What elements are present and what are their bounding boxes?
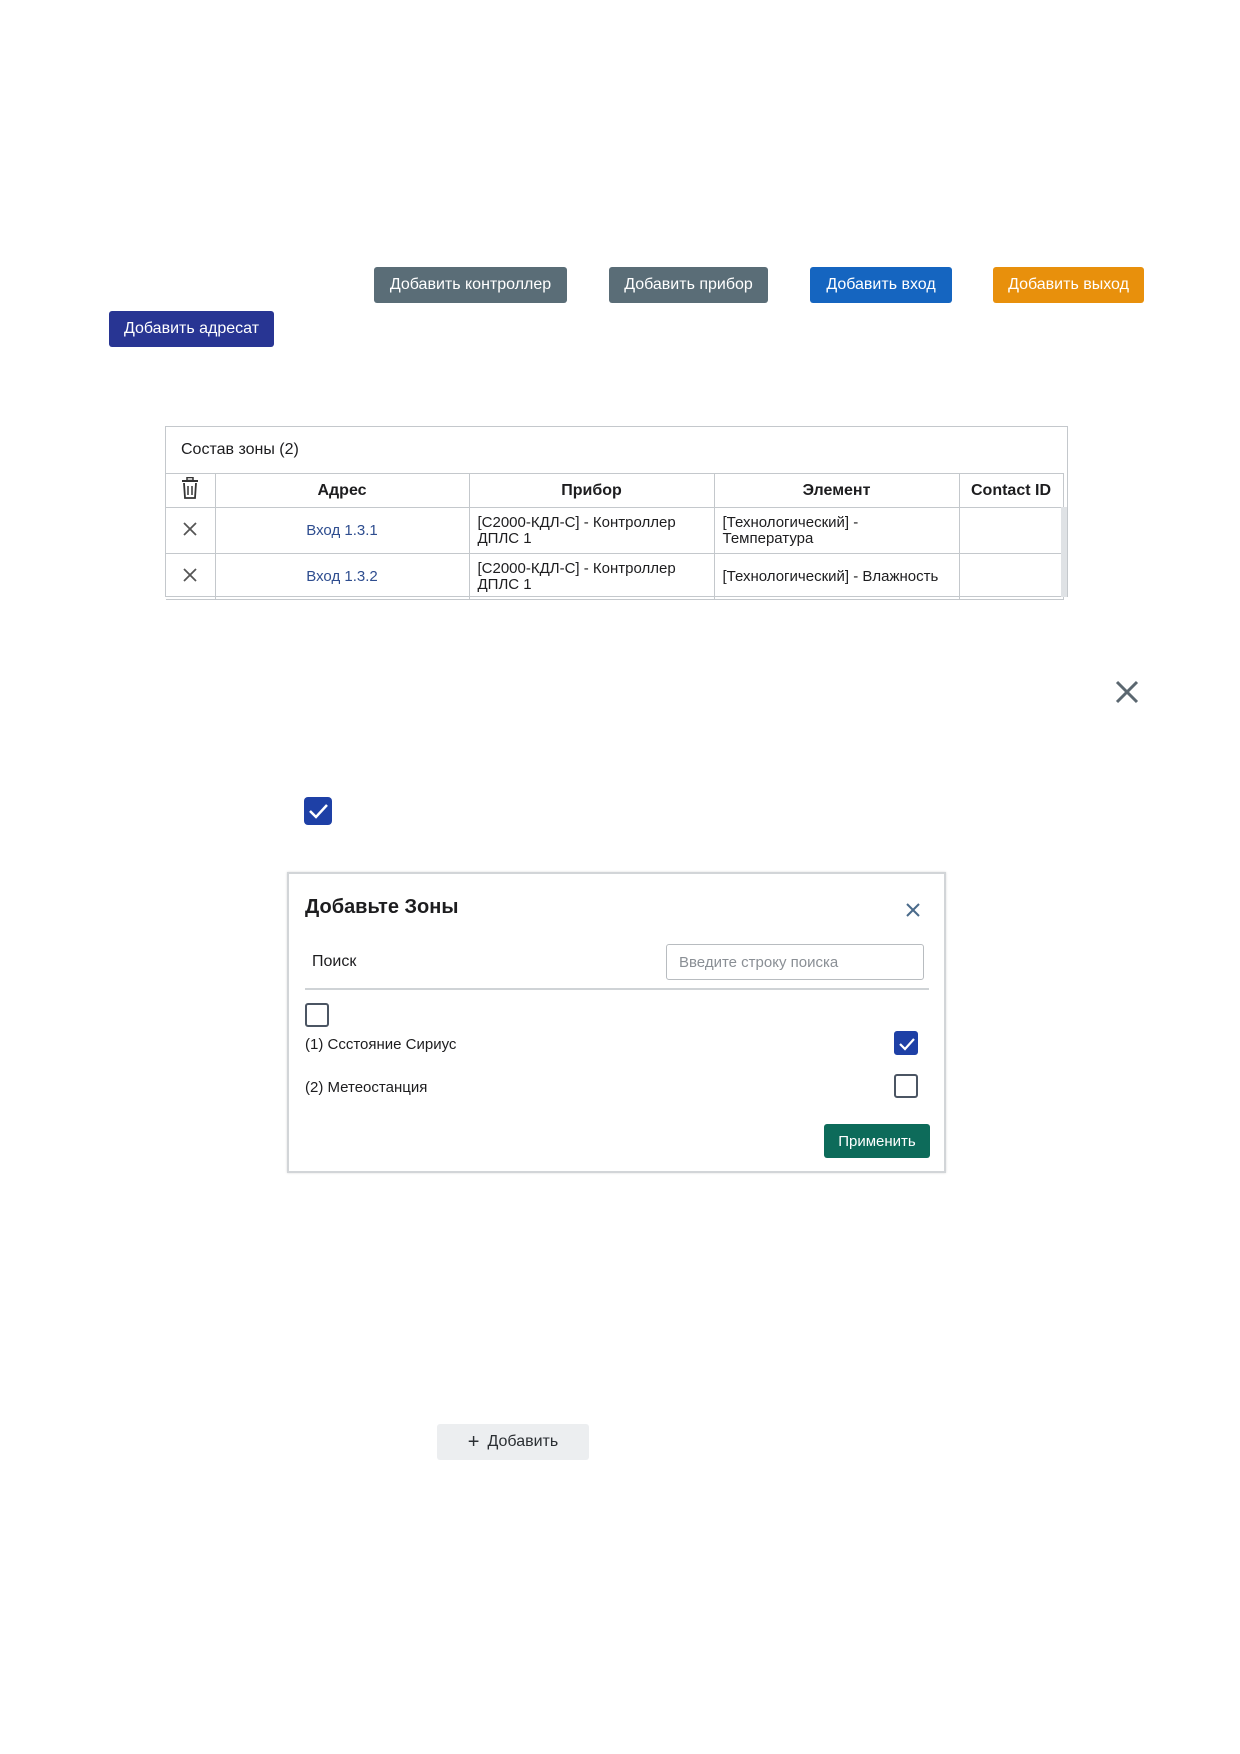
column-header-address[interactable]: Адрес: [214, 473, 470, 508]
trash-icon[interactable]: [180, 476, 200, 499]
search-label: Поиск: [312, 953, 357, 970]
close-icon[interactable]: [903, 900, 923, 920]
column-header-element[interactable]: Элемент: [713, 473, 960, 508]
zone-item-label: (2) Метеостанция: [305, 1079, 428, 1096]
contact-id-cell: [958, 553, 1064, 600]
device-cell: [С2000-КДЛ-С] - Контроллер ДПЛС 1: [468, 553, 715, 600]
element-cell: [Технологический] - Температура: [713, 507, 960, 554]
close-icon[interactable]: [1113, 678, 1141, 706]
check-icon: [899, 1038, 915, 1051]
table-row: Вход 1.3.1 [С2000-КДЛ-С] - Контроллер ДП…: [166, 507, 1064, 554]
enabled-checkbox[interactable]: [304, 797, 332, 825]
check-icon: [309, 804, 328, 819]
close-icon[interactable]: [182, 521, 198, 537]
add-input-button[interactable]: Добавить вход: [810, 267, 952, 303]
zone-composition-panel: Состав зоны (2) Адрес Прибор Элемент Con…: [165, 426, 1068, 600]
add-addressee-button[interactable]: Добавить адресат: [109, 311, 274, 347]
zone-checkbox-2[interactable]: [894, 1074, 918, 1098]
element-cell: [Технологический] - Влажность: [713, 553, 960, 600]
add-zones-dialog: Добавьте Зоны Поиск (1) Сcстояние Сириус…: [287, 872, 946, 1173]
add-device-button[interactable]: Добавить прибор: [609, 267, 768, 303]
table-header-row: Адрес Прибор Элемент Contact ID: [166, 473, 1064, 508]
zone-checkbox-1[interactable]: [894, 1031, 918, 1055]
remove-row-cell[interactable]: [166, 553, 216, 600]
add-button-label: Добавить: [487, 1433, 559, 1450]
address-link[interactable]: Вход 1.3.2: [214, 553, 470, 600]
column-header-contact-id[interactable]: Contact ID: [958, 473, 1064, 508]
select-all-checkbox[interactable]: [305, 1003, 329, 1027]
zone-table: Адрес Прибор Элемент Contact ID Вход 1.3…: [166, 473, 1064, 600]
add-button[interactable]: + Добавить: [437, 1424, 589, 1460]
delete-all-cell[interactable]: [166, 473, 216, 508]
close-icon[interactable]: [182, 567, 198, 583]
divider: [305, 988, 929, 990]
address-link[interactable]: Вход 1.3.1: [214, 507, 470, 554]
column-header-device[interactable]: Прибор: [468, 473, 715, 508]
remove-row-cell[interactable]: [166, 507, 216, 554]
panel-title: Состав зоны (2): [181, 441, 299, 458]
dialog-title: Добавьте Зоны: [305, 896, 459, 918]
plus-icon: +: [467, 1431, 480, 1453]
search-input[interactable]: [666, 944, 924, 980]
contact-id-cell: [958, 507, 1064, 554]
table-row: Вход 1.3.2 [С2000-КДЛ-С] - Контроллер ДП…: [166, 553, 1064, 600]
table-scrollbar[interactable]: [1061, 507, 1067, 597]
apply-button[interactable]: Применить: [824, 1124, 930, 1158]
device-cell: [С2000-КДЛ-С] - Контроллер ДПЛС 1: [468, 507, 715, 554]
zone-item-label: (1) Сcстояние Сириус: [305, 1036, 457, 1053]
add-output-button[interactable]: Добавить выход: [993, 267, 1144, 303]
add-controller-button[interactable]: Добавить контроллер: [374, 267, 567, 303]
